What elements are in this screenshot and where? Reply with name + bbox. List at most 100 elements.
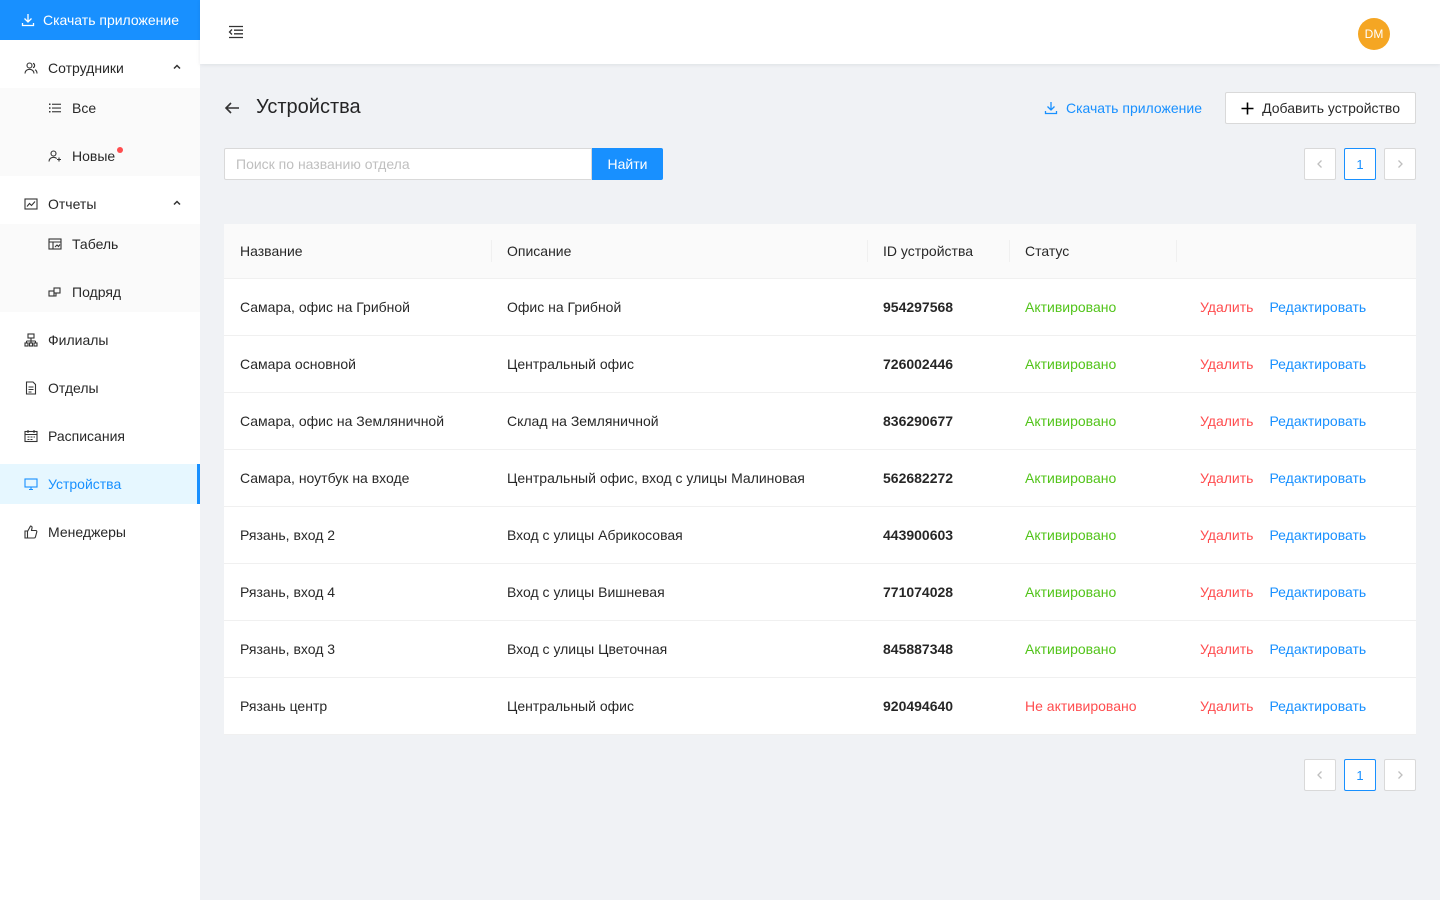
sidebar: Скачать приложение Сотрудники Все Новые …	[0, 0, 200, 900]
cell-name: Рязань, вход 4	[224, 563, 491, 621]
user-add-icon	[48, 150, 61, 162]
edit-link[interactable]: Редактировать	[1269, 527, 1366, 543]
top-header: DM	[200, 0, 1440, 64]
sidebar-item-contract[interactable]: Подряд	[0, 272, 200, 312]
cell-status: Активировано	[1009, 506, 1176, 564]
delete-link[interactable]: Удалить	[1200, 299, 1253, 315]
sidebar-menu-reports: Отчеты	[0, 184, 200, 224]
pagination-bottom-row: 1	[224, 759, 1416, 791]
edit-link[interactable]: Редактировать	[1269, 413, 1366, 429]
cell-actions: Удалить Редактировать	[1176, 506, 1416, 564]
delete-link[interactable]: Удалить	[1200, 356, 1253, 372]
sidebar-menu: Сотрудники	[0, 48, 200, 88]
cell-status: Активировано	[1009, 563, 1176, 621]
chevron-right-icon	[1398, 771, 1403, 779]
building-icon	[24, 333, 38, 347]
cell-status: Активировано	[1009, 335, 1176, 393]
sidebar-item-departments[interactable]: Отделы	[0, 368, 200, 408]
sidebar-item-label: Все	[72, 100, 97, 116]
sidebar-item-label: Подряд	[72, 284, 122, 300]
page-header: Устройства Скачать приложение Добавить у…	[224, 92, 1416, 126]
line-chart-icon	[24, 198, 38, 210]
sidebar-item-reports[interactable]: Отчеты	[0, 184, 200, 224]
sidebar-item-branches[interactable]: Филиалы	[0, 320, 200, 360]
employees-submenu: Все Новые	[0, 88, 200, 176]
page-number-button[interactable]: 1	[1344, 148, 1376, 180]
sidebar-item-all[interactable]: Все	[0, 88, 200, 128]
cell-name: Самара, офис на Грибной	[224, 278, 491, 336]
cell-actions: Удалить Редактировать	[1176, 620, 1416, 678]
sidebar-item-schedules[interactable]: Расписания	[0, 416, 200, 456]
sidebar-item-new[interactable]: Новые	[0, 136, 200, 176]
arrow-left-icon[interactable]	[224, 100, 240, 116]
search-input[interactable]	[224, 148, 592, 180]
table-row: Самара, офис на Земляничной Склад на Зем…	[224, 392, 1416, 450]
edit-link[interactable]: Редактировать	[1269, 584, 1366, 600]
cell-name: Самара основной	[224, 335, 491, 393]
page-number-button[interactable]: 1	[1344, 759, 1376, 791]
cell-description: Вход с улицы Цветочная	[491, 620, 867, 678]
cell-description: Склад на Земляничной	[491, 392, 867, 450]
chevron-up-icon	[173, 200, 181, 206]
menu-fold-icon[interactable]	[228, 25, 244, 39]
sidebar-item-timesheet[interactable]: Табель	[0, 224, 200, 264]
cell-name: Рязань, вход 2	[224, 506, 491, 564]
edit-link[interactable]: Редактировать	[1269, 698, 1366, 714]
cell-description: Вход с улицы Абрикосовая	[491, 506, 867, 564]
download-app-link[interactable]: Скачать приложение	[1044, 100, 1202, 116]
prev-page-button[interactable]	[1304, 759, 1336, 791]
cell-description: Вход с улицы Вишневая	[491, 563, 867, 621]
delete-link[interactable]: Удалить	[1200, 413, 1253, 429]
cell-device-id: 562682272	[867, 449, 1009, 507]
table-row: Рязань, вход 3 Вход с улицы Цветочная 84…	[224, 620, 1416, 678]
edit-link[interactable]: Редактировать	[1269, 470, 1366, 486]
cell-device-id: 845887348	[867, 620, 1009, 678]
table-body: Самара, офис на Грибной Офис на Грибной …	[224, 278, 1416, 735]
cell-device-id: 954297568	[867, 278, 1009, 336]
add-device-button[interactable]: Добавить устройство	[1225, 92, 1416, 124]
cell-device-id: 443900603	[867, 506, 1009, 564]
cell-actions: Удалить Редактировать	[1176, 278, 1416, 336]
delete-link[interactable]: Удалить	[1200, 527, 1253, 543]
column-header-description: Описание	[491, 224, 867, 279]
next-page-button[interactable]	[1384, 148, 1416, 180]
next-page-button[interactable]	[1384, 759, 1416, 791]
delete-link[interactable]: Удалить	[1200, 584, 1253, 600]
reports-submenu: Табель Подряд	[0, 224, 200, 312]
table-row: Самара, офис на Грибной Офис на Грибной …	[224, 278, 1416, 336]
cell-actions: Удалить Редактировать	[1176, 677, 1416, 735]
download-icon	[1044, 102, 1058, 115]
sidebar-item-label: Отделы	[48, 380, 99, 396]
search-button[interactable]: Найти	[592, 148, 663, 180]
edit-link[interactable]: Редактировать	[1269, 641, 1366, 657]
table-row: Самара основной Центральный офис 7260024…	[224, 335, 1416, 393]
cell-actions: Удалить Редактировать	[1176, 335, 1416, 393]
sidebar-item-label: Менеджеры	[48, 524, 126, 540]
search-row: Найти 1	[224, 148, 1416, 180]
sidebar-item-devices[interactable]: Устройства	[0, 464, 200, 504]
delete-link[interactable]: Удалить	[1200, 698, 1253, 714]
prev-page-button[interactable]	[1304, 148, 1336, 180]
sidebar-item-managers[interactable]: Менеджеры	[0, 512, 200, 552]
table-chart-icon	[48, 238, 62, 250]
avatar[interactable]: DM	[1358, 18, 1390, 50]
edit-link[interactable]: Редактировать	[1269, 299, 1366, 315]
download-app-label: Скачать приложение	[1065, 100, 1202, 116]
cell-name: Самара, офис на Земляничной	[224, 392, 491, 450]
delete-link[interactable]: Удалить	[1200, 641, 1253, 657]
table-row: Рязань, вход 4 Вход с улицы Вишневая 771…	[224, 563, 1416, 621]
sidebar-item-label: Филиалы	[48, 332, 109, 348]
column-header-name: Название	[224, 224, 491, 279]
pagination-bottom: 1	[1304, 759, 1416, 791]
table-row: Рязань центр Центральный офис 920494640 …	[224, 677, 1416, 735]
blocks-icon	[48, 287, 61, 297]
delete-link[interactable]: Удалить	[1200, 470, 1253, 486]
sidebar-download-app-button[interactable]: Скачать приложение	[0, 0, 200, 40]
sidebar-item-label: Новые	[72, 148, 116, 164]
cell-description: Центральный офис	[491, 335, 867, 393]
chevron-right-icon	[1398, 160, 1403, 168]
chevron-left-icon	[1317, 771, 1322, 779]
edit-link[interactable]: Редактировать	[1269, 356, 1366, 372]
sidebar-item-employees[interactable]: Сотрудники	[0, 48, 200, 88]
table-row: Самара, ноутбук на входе Центральный офи…	[224, 449, 1416, 507]
